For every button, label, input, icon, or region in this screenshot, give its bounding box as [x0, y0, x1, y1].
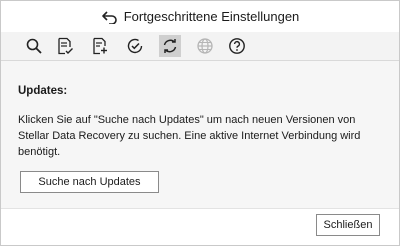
toolbar-search-button[interactable] — [23, 35, 45, 57]
close-button[interactable]: Schließen — [316, 214, 380, 236]
help-icon — [229, 38, 245, 54]
toolbar — [1, 32, 399, 61]
document-check-icon — [58, 37, 73, 55]
refresh-icon — [163, 39, 177, 53]
document-add-icon — [93, 37, 107, 55]
title-bar: Fortgeschrittene Einstellungen — [1, 1, 399, 32]
advanced-settings-dialog: Fortgeschrittene Einstellungen Updates: … — [0, 0, 400, 246]
toolbar-help-button[interactable] — [226, 35, 248, 57]
toolbar-check-circle-button[interactable] — [124, 35, 146, 57]
search-icon — [26, 38, 42, 54]
dialog-title: Fortgeschrittene Einstellungen — [123, 9, 300, 24]
check-for-updates-button[interactable]: Suche nach Updates — [20, 171, 159, 193]
toolbar-document-check-button[interactable] — [54, 35, 76, 57]
back-arrow-icon[interactable] — [101, 10, 119, 25]
updates-heading: Updates: — [18, 85, 68, 97]
toolbar-globe-button[interactable] — [194, 35, 216, 57]
updates-panel: Updates: Klicken Sie auf "Suche nach Upd… — [1, 61, 399, 209]
updates-description: Klicken Sie auf "Suche nach Updates" um … — [18, 114, 361, 158]
toolbar-document-add-button[interactable] — [89, 35, 111, 57]
toolbar-update-button[interactable] — [159, 35, 181, 57]
check-circle-icon — [127, 38, 143, 54]
globe-icon — [197, 38, 213, 54]
